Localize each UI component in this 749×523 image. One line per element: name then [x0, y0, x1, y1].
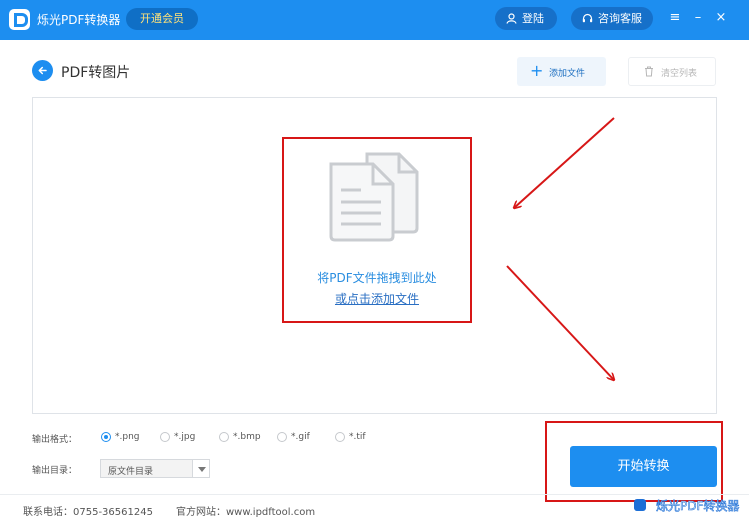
output-directory-value: 原文件目录	[108, 467, 154, 477]
annotation-box-start-button	[545, 421, 723, 502]
radio-icon	[335, 432, 345, 442]
app-title: 烁光PDF转换器	[37, 13, 121, 27]
minimize-icon[interactable]: –	[691, 10, 705, 26]
format-option-label: *.gif	[291, 432, 310, 442]
app-logo-icon	[9, 9, 30, 30]
watermark-text: 烁光PDF转换器	[656, 499, 740, 514]
vip-button[interactable]: 开通会员	[126, 8, 198, 30]
format-option-label: *.png	[115, 432, 140, 442]
watermark-logo-icon	[634, 499, 646, 511]
chevron-down-icon[interactable]	[192, 460, 209, 477]
add-file-button[interactable]: + 添加文件	[517, 57, 606, 86]
login-label: 登陆	[522, 12, 544, 25]
login-button[interactable]: 登陆	[495, 7, 557, 30]
arrow-left-icon	[38, 66, 47, 75]
menu-icon[interactable]: ≡	[668, 10, 682, 26]
output-directory-label: 输出目录：	[32, 466, 78, 476]
radio-icon	[277, 432, 287, 442]
annotation-box-dropzone	[282, 137, 472, 323]
customer-service-button[interactable]: 咨询客服	[571, 7, 653, 30]
add-file-label: 添加文件	[549, 69, 586, 79]
user-icon	[506, 13, 517, 24]
clear-list-label: 清空列表	[661, 69, 698, 79]
radio-icon	[219, 432, 229, 442]
radio-icon	[160, 432, 170, 442]
official-website: 官方网站：www.ipdftool.com	[176, 507, 316, 518]
format-option-label: *.bmp	[233, 432, 261, 442]
output-format-label: 输出格式：	[32, 435, 78, 445]
radio-icon	[101, 432, 111, 442]
trash-icon	[645, 66, 653, 77]
format-option-label: *.tif	[349, 432, 366, 442]
customer-service-label: 咨询客服	[598, 12, 642, 25]
format-option-label: *.jpg	[174, 432, 196, 442]
plus-icon: +	[530, 61, 544, 80]
close-icon[interactable]: ×	[714, 10, 728, 26]
output-directory-select[interactable]: 原文件目录	[100, 459, 210, 478]
contact-phone: 联系电话：0755-36561245	[23, 507, 153, 518]
page-title: PDF转图片	[61, 65, 131, 81]
back-button[interactable]	[32, 60, 53, 81]
clear-list-button[interactable]: 清空列表	[628, 57, 716, 86]
footer-divider	[0, 494, 749, 495]
headset-icon	[582, 13, 593, 23]
title-bar: 烁光PDF转换器 开通会员 登陆 咨询客服 ≡ – ×	[0, 0, 749, 40]
